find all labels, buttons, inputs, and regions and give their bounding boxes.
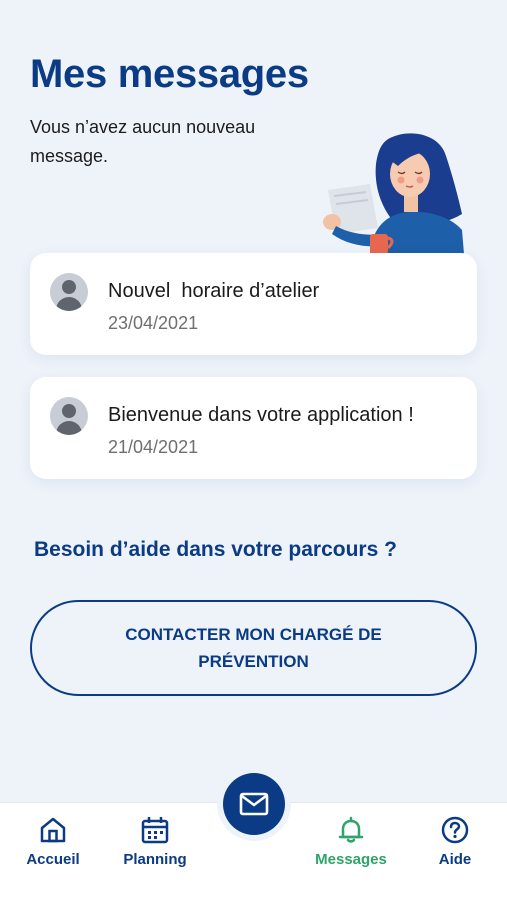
contact-advisor-label: CONTACTER MON CHARGÉ DE PRÉVENTION [125,625,382,671]
contact-advisor-button[interactable]: CONTACTER MON CHARGÉ DE PRÉVENTION [30,600,477,696]
nav-item-accueil[interactable]: Accueil [8,815,98,875]
nav-label-planning: Planning [123,851,187,868]
home-icon [40,817,66,843]
nav-item-aide[interactable]: Aide [410,815,500,875]
message-card[interactable]: Nouvel horaire d’atelier 23/04/2021 [30,253,477,355]
envelope-icon [239,792,269,816]
calendar-icon [141,817,169,844]
nav-label-accueil: Accueil [26,851,80,868]
message-title: Nouvel horaire d’atelier [108,280,320,302]
help-icon [441,816,469,844]
nav-item-planning[interactable]: Planning [110,815,200,875]
nav-item-messages[interactable]: Messages [306,815,396,875]
message-date: 21/04/2021 [108,437,199,457]
message-title: Bienvenue dans votre application ! [108,404,414,426]
user-avatar-icon [50,397,88,435]
user-avatar-icon [50,273,88,311]
nav-label-aide: Aide [438,851,472,868]
help-heading: Besoin d’aide dans votre parcours ? [34,538,397,561]
empty-state-text: Vous n’avez aucun nouveau message. [30,117,256,166]
messages-screen: Mes messages Vous n’avez aucun nouveau m… [0,0,507,900]
woman-reading-illustration [323,133,464,254]
compose-message-button[interactable] [223,773,285,835]
bell-icon [338,816,364,843]
page-title: Mes messages [30,52,309,96]
message-date: 23/04/2021 [108,313,199,333]
nav-label-messages: Messages [315,851,387,868]
message-card[interactable]: Bienvenue dans votre application ! 21/04… [30,377,477,479]
